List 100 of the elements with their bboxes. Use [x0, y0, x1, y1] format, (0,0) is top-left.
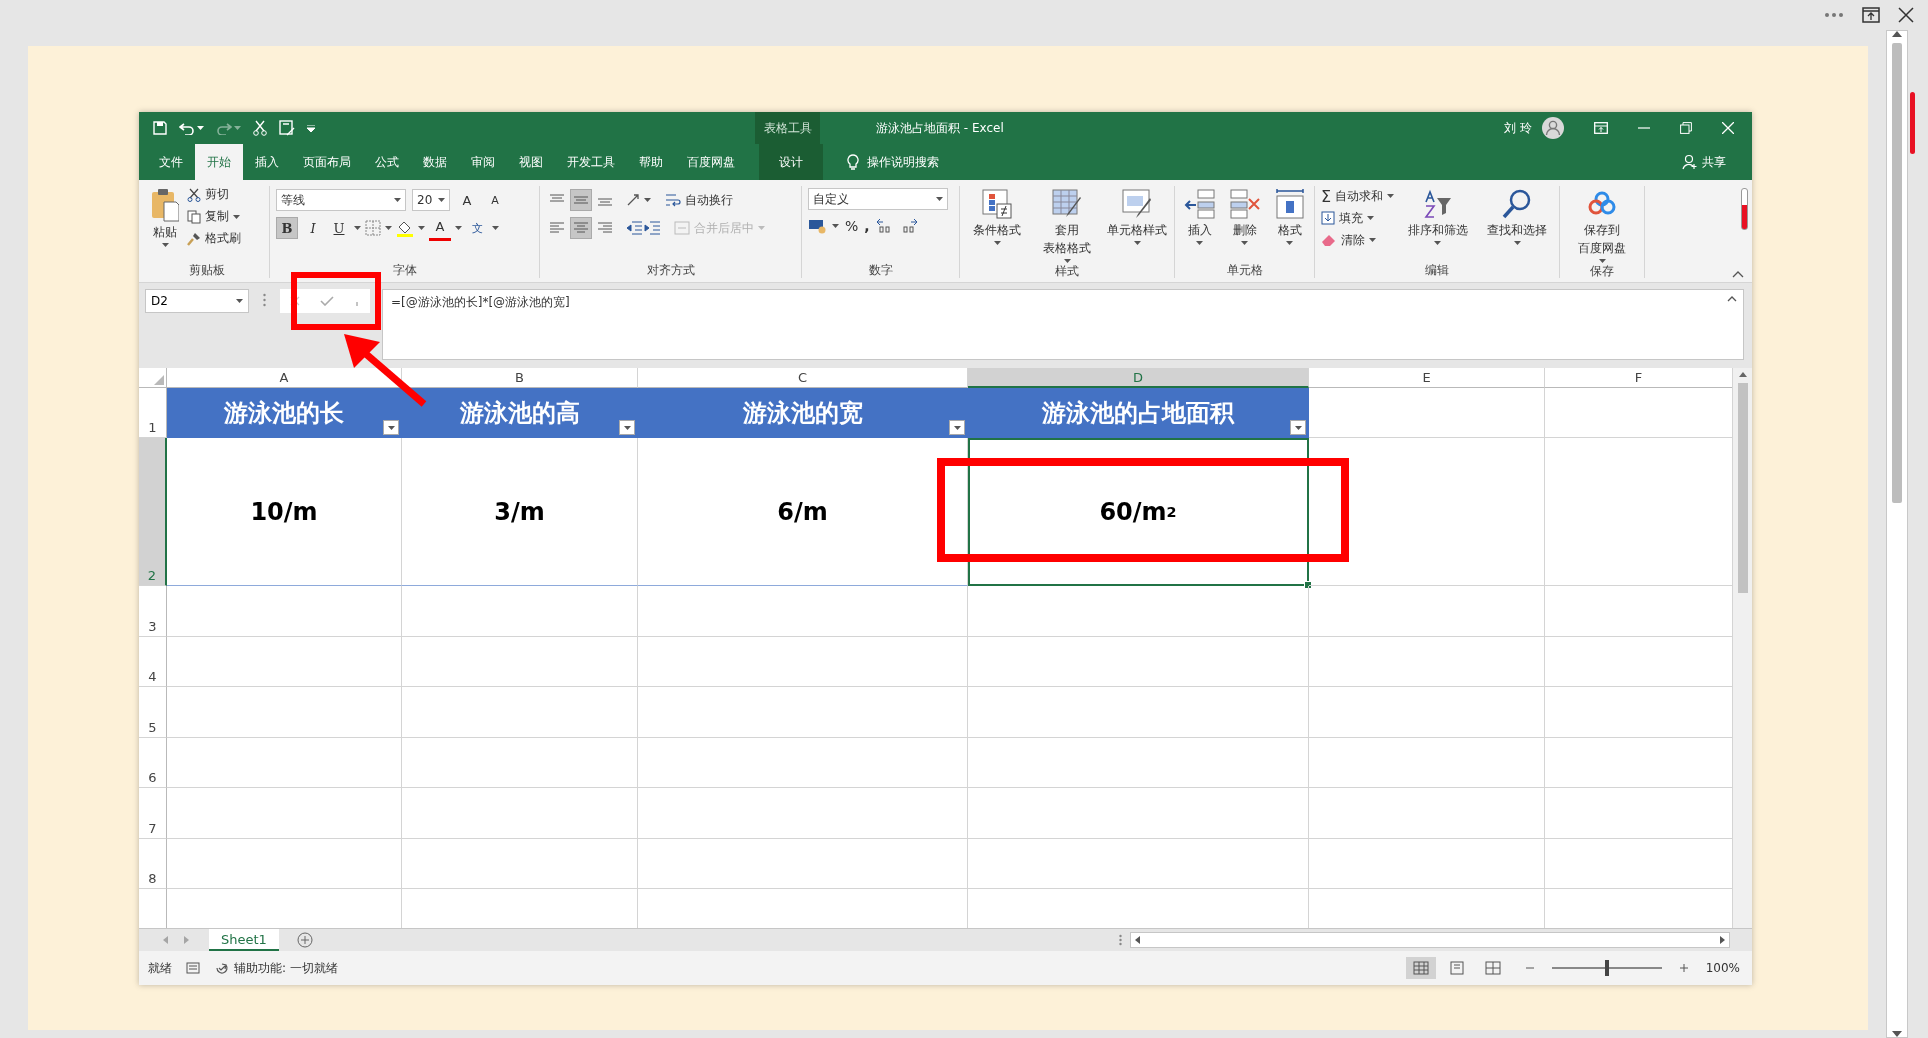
row-header[interactable]: 1	[139, 388, 167, 438]
grid-cell[interactable]	[167, 586, 402, 637]
italic-button[interactable]: I	[302, 217, 324, 239]
grid-cell[interactable]	[1309, 388, 1545, 438]
grid-cell[interactable]	[968, 788, 1309, 839]
grid-cell[interactable]	[638, 838, 968, 889]
table-cell[interactable]: 6/m	[638, 438, 968, 586]
row-header[interactable]: 3	[139, 586, 167, 637]
phonetic-button[interactable]: 文	[466, 217, 488, 239]
bold-button[interactable]: B	[276, 217, 298, 239]
wrap-text-button[interactable]: 自动换行	[665, 191, 733, 209]
ribbon-tab[interactable]: 设计	[759, 144, 823, 180]
grid-cell[interactable]	[1309, 737, 1545, 788]
sheet-tab[interactable]: Sheet1	[209, 929, 279, 951]
ribbon-tab[interactable]: 帮助	[627, 144, 675, 180]
number-format-select[interactable]: 自定义	[808, 188, 948, 210]
grid-cell[interactable]	[638, 737, 968, 788]
grid-cell[interactable]	[402, 737, 638, 788]
grid-cell[interactable]	[402, 636, 638, 687]
align-center-button[interactable]	[570, 217, 592, 239]
ribbon-tab[interactable]: 文件	[147, 144, 195, 180]
grid-cell[interactable]	[1309, 438, 1545, 586]
row-header[interactable]: 4	[139, 636, 167, 687]
ribbon-button[interactable]: 单元格样式	[1106, 186, 1168, 245]
underline-button[interactable]: U	[328, 217, 350, 239]
grid-cell[interactable]	[1309, 636, 1545, 687]
table-cell[interactable]: 10/m	[167, 438, 402, 586]
grid-cell[interactable]	[167, 788, 402, 839]
horizontal-scrollbar[interactable]	[1130, 932, 1730, 948]
ribbon-tab[interactable]: 页面布局	[291, 144, 363, 180]
ribbon-button[interactable]: 套用 表格格式	[1036, 186, 1098, 263]
grid-cell[interactable]	[638, 788, 968, 839]
filter-button[interactable]	[383, 420, 399, 435]
ribbon-tab[interactable]: 百度网盘	[675, 144, 747, 180]
grid-cell[interactable]	[167, 737, 402, 788]
ribbon-button[interactable]: 保存到 百度网盘	[1566, 186, 1638, 263]
grid-cell[interactable]	[167, 687, 402, 738]
ribbon-tab[interactable]: 公式	[363, 144, 411, 180]
ribbon-tab[interactable]: 插入	[243, 144, 291, 180]
ribbon-button[interactable]: 排序和筛选	[1402, 186, 1474, 245]
ribbon-button[interactable]: 清除	[1341, 231, 1365, 249]
grid-cell[interactable]	[402, 788, 638, 839]
grid-cell[interactable]	[402, 687, 638, 738]
grid-cell[interactable]	[968, 636, 1309, 687]
ribbon-tab[interactable]: 审阅	[459, 144, 507, 180]
paste-button[interactable]: 粘贴	[151, 186, 179, 247]
table-cell[interactable]: 60/m$^{2}$	[968, 438, 1309, 586]
normal-view-button[interactable]	[1405, 957, 1436, 979]
scrollbar-thumb[interactable]	[1892, 43, 1902, 503]
ribbon-button[interactable]: 填充	[1339, 209, 1363, 227]
grid-cell[interactable]	[167, 636, 402, 687]
row-header[interactable]: 6	[139, 737, 167, 788]
percent-button[interactable]: %	[845, 218, 859, 234]
grid-cell[interactable]	[638, 687, 968, 738]
font-size-select[interactable]: 20	[412, 189, 450, 211]
row-header[interactable]: 8	[139, 838, 167, 889]
column-header[interactable]: C	[638, 368, 968, 388]
grid-cell[interactable]	[402, 838, 638, 889]
grid-cell[interactable]	[638, 586, 968, 637]
table-cell[interactable]: 3/m	[402, 438, 638, 586]
row-header[interactable]: 7	[139, 788, 167, 839]
name-box[interactable]: D2	[145, 289, 249, 313]
copy-button[interactable]: 复制	[187, 208, 241, 225]
font-name-select[interactable]: 等线	[276, 189, 406, 211]
ribbon-button[interactable]: 删除	[1226, 186, 1263, 245]
row-header[interactable]: 5	[139, 687, 167, 738]
column-header[interactable]: D	[968, 368, 1309, 388]
grid-cell[interactable]	[1309, 838, 1545, 889]
ribbon-button[interactable]: 插入	[1181, 186, 1218, 245]
filter-button[interactable]	[1290, 420, 1306, 435]
grid-cell[interactable]	[968, 586, 1309, 637]
zoom-slider-thumb[interactable]	[1604, 960, 1609, 976]
zoom-level[interactable]: 100%	[1705, 961, 1740, 975]
ribbon-tab[interactable]: 视图	[507, 144, 555, 180]
formula-field[interactable]: =[@游泳池的长]*[@游泳池的宽]	[382, 289, 1744, 360]
scrollbar-thumb[interactable]	[1737, 383, 1748, 593]
ribbon-tab[interactable]: 开始	[195, 144, 243, 180]
shrink-font-button[interactable]: A	[484, 189, 506, 211]
grid-cell[interactable]	[638, 636, 968, 687]
grid-cell[interactable]	[968, 838, 1309, 889]
font-color-button[interactable]: A	[429, 215, 451, 241]
tell-me-search[interactable]: 操作说明搜索	[867, 153, 939, 171]
grid-cell[interactable]	[968, 687, 1309, 738]
ribbon-button[interactable]: 格式	[1271, 186, 1308, 245]
column-header[interactable]: A	[167, 368, 402, 388]
grid-cell[interactable]	[167, 838, 402, 889]
ribbon-tab[interactable]: 开发工具	[555, 144, 627, 180]
share-button[interactable]: 共享	[1702, 153, 1726, 171]
ribbon-button[interactable]: 条件格式	[966, 186, 1028, 245]
filter-button[interactable]	[619, 420, 635, 435]
row-header[interactable]: 2	[139, 438, 167, 586]
row-header[interactable]	[139, 889, 167, 928]
ribbon-button[interactable]: 自动求和	[1335, 187, 1384, 205]
grid-cell[interactable]	[1309, 788, 1545, 839]
vertical-scrollbar[interactable]	[1732, 368, 1752, 928]
align-middle-button[interactable]	[570, 189, 592, 211]
filter-button[interactable]	[949, 420, 965, 435]
grow-font-button[interactable]: A	[456, 189, 478, 211]
format-painter-button[interactable]: 格式刷	[187, 230, 241, 247]
ribbon-button[interactable]: 查找和选择	[1481, 186, 1553, 245]
